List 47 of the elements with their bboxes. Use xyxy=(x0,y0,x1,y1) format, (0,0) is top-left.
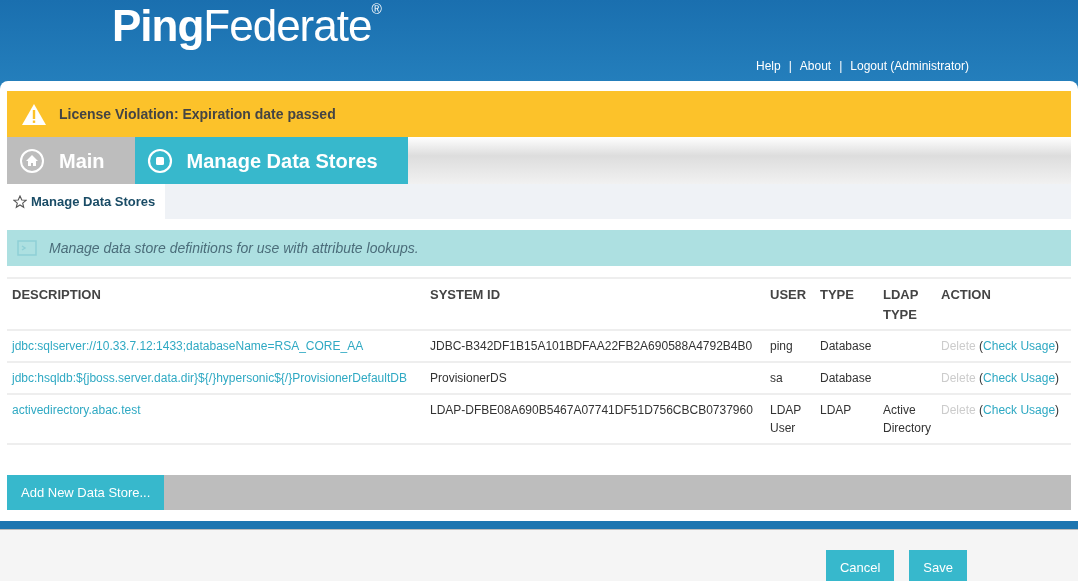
column-header: SYSTEM ID xyxy=(425,278,765,330)
table-cell: Active Directory xyxy=(878,394,936,444)
star-icon xyxy=(13,194,27,209)
table-cell: ping xyxy=(765,330,815,362)
console-icon xyxy=(17,240,37,256)
paren-text: ) xyxy=(1055,403,1060,417)
check-usage-link[interactable]: Check Usage xyxy=(983,371,1056,385)
save-button[interactable]: Save xyxy=(909,550,967,581)
table-cell: sa xyxy=(765,362,815,394)
column-header: USER xyxy=(765,278,815,330)
header-link[interactable]: Logout (Administrator) xyxy=(850,57,969,75)
tab[interactable]: Main xyxy=(7,137,135,184)
paren-text: ) xyxy=(1055,371,1060,385)
table-cell: Database xyxy=(815,362,878,394)
check-usage-link[interactable]: Check Usage xyxy=(983,339,1056,353)
table-cell: LDAP-DFBE08A690B5467A07741DF51D756CBCB0737960 xyxy=(425,394,765,444)
table-cell: JDBC-B342DF1B15A101BDFAA22FB2A690588A4792B4B0 xyxy=(425,330,765,362)
paren-text: ) xyxy=(1055,339,1060,353)
check-usage-link[interactable]: Check Usage xyxy=(983,403,1056,417)
separator-text: | xyxy=(788,58,792,75)
table-cell: ProvisionerDS xyxy=(425,362,765,394)
header-link[interactable]: About xyxy=(799,57,832,75)
paren-text: ( xyxy=(979,371,984,385)
logo: PingFederate$^{®}$ xyxy=(112,2,381,51)
paren-text: ( xyxy=(979,403,984,417)
header-link[interactable]: Help xyxy=(756,57,781,75)
column-header: ACTION xyxy=(936,278,1071,330)
cancel-button[interactable]: Cancel xyxy=(825,550,895,581)
description-link[interactable]: activedirectory.abac.test xyxy=(12,403,141,417)
tab[interactable]: Manage Data Stores xyxy=(134,137,408,184)
add-button[interactable]: Add New Data Store... xyxy=(7,475,165,510)
subtab[interactable]: Manage Data Stores xyxy=(7,184,166,219)
stop-icon xyxy=(146,147,173,174)
column-header: DESCRIPTION xyxy=(7,278,425,330)
warning-text: License Violation: Expiration date passed xyxy=(59,104,336,124)
column-header: TYPE xyxy=(815,278,878,330)
home-icon xyxy=(19,147,45,174)
table-cell: Database xyxy=(815,330,878,362)
paren-text: ( xyxy=(979,339,984,353)
warning-icon xyxy=(21,102,47,126)
table-cell: LDAP xyxy=(815,394,878,444)
info-text: Manage data store definitions for use with attribute lookups. xyxy=(49,238,419,258)
description-link[interactable]: jdbc:hsqldb:${jboss.server.data.dir}${/}hypersonic${/}ProvisionerDefaultDB xyxy=(12,371,407,385)
separator-text: | xyxy=(839,58,843,75)
table-cell: LDAP User xyxy=(765,394,815,444)
column-header: LDAP TYPE xyxy=(878,278,936,330)
description-link[interactable]: jdbc:sqlserver://10.33.7.12:1433;databaseName=RSA_CORE_AA xyxy=(12,339,364,353)
